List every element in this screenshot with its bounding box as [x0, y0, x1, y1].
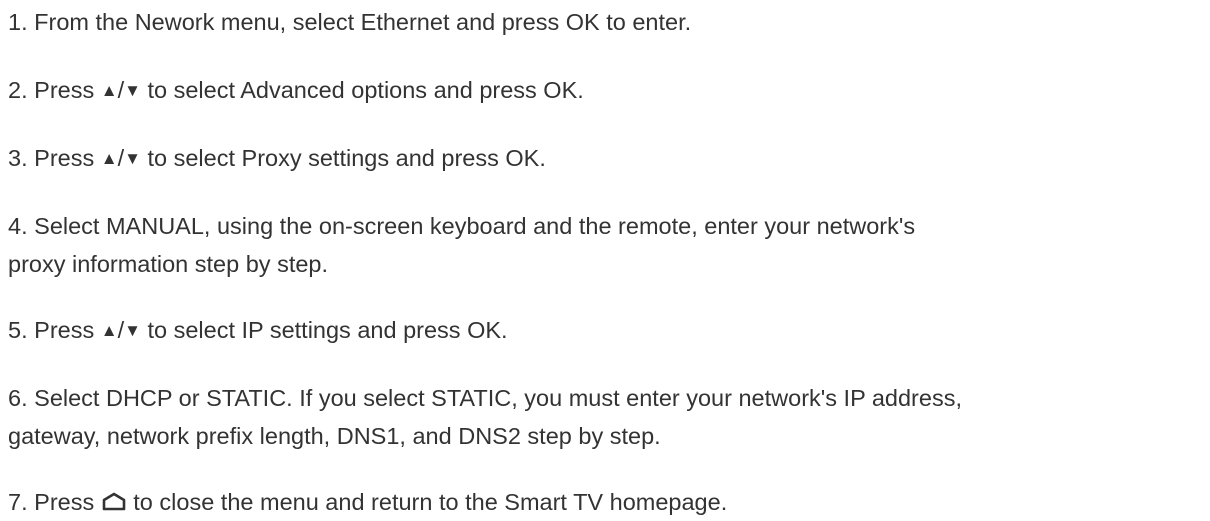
step-text-post: to select IP settings and press OK.: [147, 317, 508, 343]
step-text: Select DHCP or STATIC. If you select STA…: [34, 385, 962, 411]
step-number: 3.: [8, 145, 28, 171]
step-number: 2.: [8, 77, 28, 103]
step-text-post: to select Advanced options and press OK.: [147, 77, 584, 103]
step-4: 4. Select MANUAL, using the on-screen ke…: [8, 207, 915, 283]
home-icon: [101, 491, 127, 511]
down-arrow-icon: ▼: [124, 81, 141, 100]
step-text: From the Nework menu, select Ethernet an…: [34, 9, 692, 35]
step-line: gateway, network prefix length, DNS1, an…: [8, 423, 661, 449]
step-line: 6. Select DHCP or STATIC. If you select …: [8, 379, 962, 417]
up-arrow-icon: ▲: [100, 81, 118, 100]
step-6: 6. Select DHCP or STATIC. If you select …: [8, 379, 962, 455]
step-text-post: to close the menu and return to the Smar…: [133, 489, 728, 515]
step-7: 7. Press to close the menu and return to…: [8, 483, 727, 521]
step-number: 7.: [8, 489, 28, 515]
step-text-pre: Press: [34, 489, 95, 515]
step-text-pre: Press: [34, 317, 95, 343]
step-line: 4. Select MANUAL, using the on-screen ke…: [8, 207, 915, 245]
instruction-steps: 1. From the Nework menu, select Ethernet…: [0, 0, 1210, 517]
step-line: proxy information step by step.: [8, 251, 329, 277]
up-arrow-icon: ▲: [100, 149, 118, 168]
step-number: 1.: [8, 9, 28, 35]
down-arrow-icon: ▼: [124, 321, 141, 340]
step-text-pre: Press: [34, 145, 95, 171]
step-5: 5. Press ▲/▼ to select IP settings and p…: [8, 311, 508, 352]
step-number: 6.: [8, 385, 28, 411]
step-number: 5.: [8, 317, 28, 343]
step-text-pre: Press: [34, 77, 95, 103]
down-arrow-icon: ▼: [124, 149, 141, 168]
step-1: 1. From the Nework menu, select Ethernet…: [8, 3, 691, 41]
step-number: 4.: [8, 213, 28, 239]
step-text-post: to select Proxy settings and press OK.: [147, 145, 546, 171]
step-text: Select MANUAL, using the on-screen keybo…: [34, 213, 916, 239]
step-3: 3. Press ▲/▼ to select Proxy settings an…: [8, 139, 546, 180]
step-2: 2. Press ▲/▼ to select Advanced options …: [8, 71, 584, 112]
up-arrow-icon: ▲: [100, 321, 118, 340]
